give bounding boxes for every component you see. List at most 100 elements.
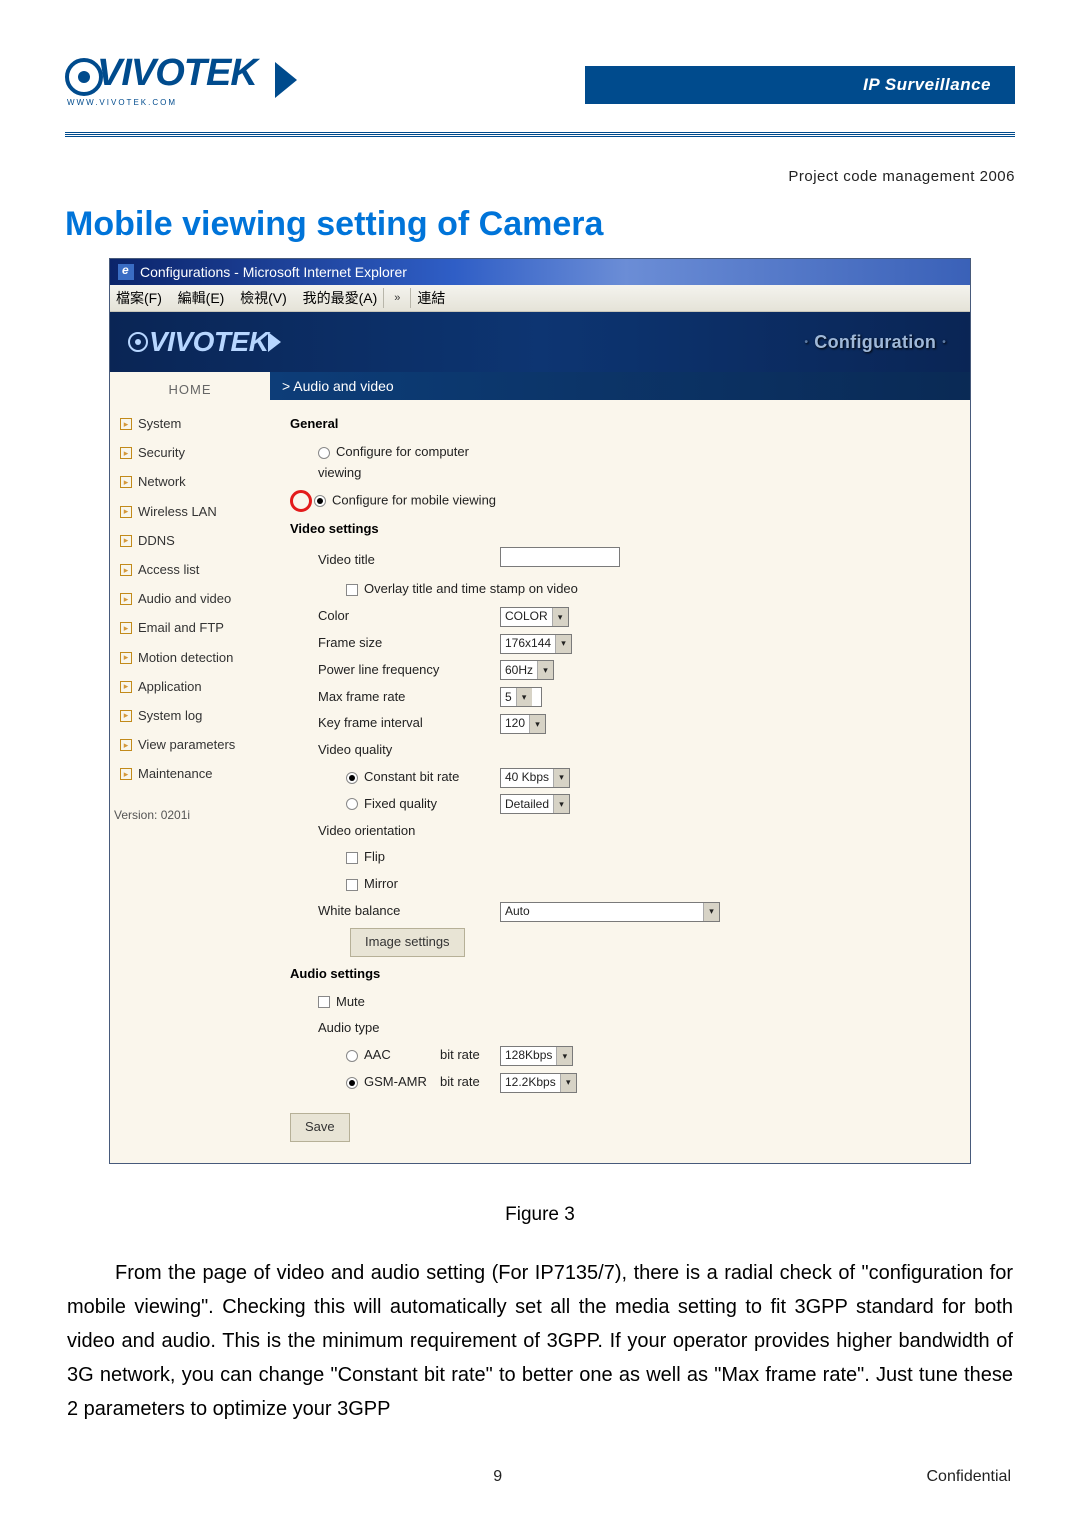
configuration-label: Configuration — [798, 332, 952, 353]
arrow-right-icon: ▸ — [120, 622, 132, 634]
white-balance-label: White balance — [290, 901, 500, 922]
sidebar-item-wireless-lan[interactable]: ▸Wireless LAN — [110, 497, 270, 526]
confidential-label: Confidential — [927, 1468, 1012, 1486]
sidebar-item-security[interactable]: ▸Security — [110, 438, 270, 467]
max-frame-rate-label: Max frame rate — [290, 687, 500, 708]
mirror-checkbox[interactable] — [346, 879, 358, 891]
sidebar-item-network[interactable]: ▸Network — [110, 467, 270, 496]
sidebar-item-view-parameters[interactable]: ▸View parameters — [110, 730, 270, 759]
sidebar-item-email-ftp[interactable]: ▸Email and FTP — [110, 613, 270, 642]
page-header: VIVOTEK WWW.VIVOTEK.COM IP Surveillance — [65, 50, 1015, 120]
arrow-right-icon: ▸ — [120, 739, 132, 751]
key-frame-label: Key frame interval — [290, 713, 500, 734]
aac-bitrate-select[interactable]: 128Kbps▾ — [500, 1046, 573, 1066]
arrow-right-icon: ▸ — [120, 476, 132, 488]
constant-bitrate-select[interactable]: 40 Kbps▾ — [500, 768, 570, 788]
sidebar-item-access-list[interactable]: ▸Access list — [110, 555, 270, 584]
overlay-checkbox[interactable] — [346, 584, 358, 596]
inner-logo-arrow-icon — [268, 332, 281, 352]
sidebar-item-motion-detection[interactable]: ▸Motion detection — [110, 643, 270, 672]
arrow-right-icon: ▸ — [120, 535, 132, 547]
chevron-right-icon[interactable]: » — [390, 292, 404, 304]
gsm-bitrate-select[interactable]: 12.2Kbps▾ — [500, 1073, 577, 1093]
highlight-circle-icon — [290, 490, 312, 512]
logo-text: VIVOTEK — [97, 52, 257, 95]
power-freq-label: Power line frequency — [290, 660, 500, 681]
chevron-down-icon: ▾ — [555, 635, 571, 653]
flip-checkbox[interactable] — [346, 852, 358, 864]
color-label: Color — [290, 606, 500, 627]
key-frame-select[interactable]: 120▾ — [500, 714, 546, 734]
video-title-input[interactable] — [500, 547, 620, 567]
video-settings-heading: Video settings — [290, 521, 950, 536]
ie-title-text: Configurations - Microsoft Internet Expl… — [140, 264, 407, 280]
color-select[interactable]: COLOR▾ — [500, 607, 569, 627]
sidebar-item-system-log[interactable]: ▸System log — [110, 701, 270, 730]
arrow-right-icon: ▸ — [120, 447, 132, 459]
chevron-down-icon: ▾ — [516, 688, 532, 706]
chevron-down-icon: ▾ — [556, 1047, 572, 1065]
arrow-right-icon: ▸ — [120, 506, 132, 518]
sidebar-item-ddns[interactable]: ▸DDNS — [110, 526, 270, 555]
page-title: Mobile viewing setting of Camera — [65, 205, 1015, 244]
arrow-right-icon: ▸ — [120, 564, 132, 576]
ie-menubar: 檔案(F) 編輯(E) 檢視(V) 我的最愛(A) » 連結 — [110, 285, 970, 312]
sidebar-item-maintenance[interactable]: ▸Maintenance — [110, 759, 270, 788]
radio-constant-bitrate[interactable] — [346, 772, 358, 784]
general-heading: General — [290, 416, 950, 431]
arrow-right-icon: ▸ — [120, 710, 132, 722]
arrow-right-icon: ▸ — [120, 681, 132, 693]
page-number: 9 — [493, 1468, 502, 1486]
image-settings-button[interactable]: Image settings — [350, 928, 465, 957]
menu-edit[interactable]: 編輯(E) — [178, 288, 225, 308]
ie-titlebar: Configurations - Microsoft Internet Expl… — [110, 259, 970, 285]
chevron-down-icon: ▾ — [537, 661, 553, 679]
menu-links[interactable]: 連結 — [417, 288, 445, 308]
bitrate-label: bit rate — [440, 1045, 500, 1066]
save-button[interactable]: Save — [290, 1113, 350, 1142]
radio-mobile-viewing[interactable] — [314, 495, 326, 507]
version-label: Version: 0201i — [110, 788, 270, 832]
mute-checkbox[interactable] — [318, 996, 330, 1008]
sidebar-item-system[interactable]: ▸System — [110, 409, 270, 438]
video-title-label: Video title — [290, 550, 500, 571]
sidebar-item-application[interactable]: ▸Application — [110, 672, 270, 701]
radio-computer-viewing[interactable] — [318, 447, 330, 459]
figure-caption: Figure 3 — [65, 1204, 1015, 1226]
ie-window: Configurations - Microsoft Internet Expl… — [109, 258, 971, 1164]
ie-icon — [118, 264, 134, 280]
radio-gsm-amr[interactable] — [346, 1077, 358, 1089]
frame-size-select[interactable]: 176x144▾ — [500, 634, 572, 654]
video-quality-label: Video quality — [290, 740, 500, 761]
chevron-down-icon: ▾ — [552, 608, 568, 626]
chevron-down-icon: ▾ — [553, 795, 569, 813]
vivotek-logo: VIVOTEK WWW.VIVOTEK.COM — [65, 50, 295, 120]
power-freq-select[interactable]: 60Hz▾ — [500, 660, 554, 680]
audio-settings-heading: Audio settings — [290, 966, 950, 981]
section-header: > Audio and video — [270, 372, 970, 400]
sidebar-item-audio-video[interactable]: ▸Audio and video — [110, 584, 270, 613]
chevron-down-icon: ▾ — [553, 769, 569, 787]
fixed-quality-select[interactable]: Detailed▾ — [500, 794, 570, 814]
audio-type-label: Audio type — [290, 1018, 500, 1039]
bitrate-label: bit rate — [440, 1072, 500, 1093]
arrow-right-icon: ▸ — [120, 768, 132, 780]
radio-aac[interactable] — [346, 1050, 358, 1062]
menu-view[interactable]: 檢視(V) — [240, 288, 287, 308]
header-stripes — [65, 132, 1015, 138]
main-panel: > Audio and video General Configure for … — [270, 372, 970, 1163]
sidebar: HOME ▸System ▸Security ▸Network ▸Wireles… — [110, 372, 270, 1163]
max-frame-rate-select[interactable]: 5▾ — [500, 687, 542, 707]
white-balance-select[interactable]: Auto▾ — [500, 902, 720, 922]
radio-fixed-quality[interactable] — [346, 798, 358, 810]
frame-size-label: Frame size — [290, 633, 500, 654]
menu-favorites[interactable]: 我的最愛(A) — [303, 288, 378, 308]
chevron-down-icon: ▾ — [529, 715, 545, 733]
logo-url: WWW.VIVOTEK.COM — [67, 98, 177, 107]
inner-logo[interactable]: VIVOTEK — [128, 326, 281, 358]
project-code-line: Project code management 2006 — [65, 168, 1015, 185]
menu-file[interactable]: 檔案(F) — [116, 288, 162, 308]
inner-brand-bar: VIVOTEK Configuration — [110, 312, 970, 372]
inner-logo-eye-icon — [128, 332, 148, 352]
sidebar-home[interactable]: HOME — [110, 372, 270, 409]
